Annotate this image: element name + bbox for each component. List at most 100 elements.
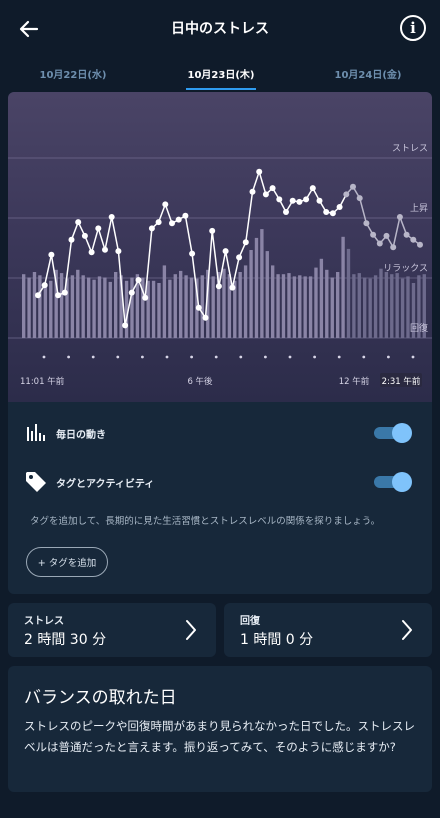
stat-card-recovery[interactable]: 回復 1 時間 0 分: [224, 603, 432, 657]
stress-point: [48, 251, 55, 258]
toggle-row-tags: タグとアクティビティ: [8, 462, 432, 502]
toggle-daily-movement[interactable]: [374, 423, 412, 443]
stress-point: [417, 241, 423, 248]
stat-card-stress[interactable]: ストレス 2 時間 30 分: [8, 603, 216, 657]
activity-bar: [384, 272, 389, 338]
activity-bar: [32, 272, 37, 338]
activity-bar: [390, 274, 394, 338]
page-title: 日中のストレス: [171, 21, 269, 37]
activity-bar: [341, 236, 345, 338]
activity-bar: [81, 275, 85, 338]
chevron-right-icon: [186, 620, 196, 640]
stress-point: [81, 232, 88, 239]
activity-bar: [211, 276, 215, 338]
time-label-end: 2:31 午前: [382, 376, 421, 387]
stress-point: [135, 277, 142, 283]
stress-point: [222, 248, 229, 255]
activity-bar: [179, 270, 183, 338]
activity-bar: [243, 265, 248, 338]
activity-bar: [151, 280, 156, 338]
stress-point: [262, 191, 269, 198]
stress-point: [189, 250, 196, 257]
stress-point: [142, 294, 149, 301]
activity-bar: [70, 275, 75, 338]
activity-bar: [352, 274, 356, 338]
activity-bar: [108, 281, 112, 338]
activity-bar: [173, 274, 177, 338]
timeline-dot: [42, 355, 46, 359]
stress-point: [215, 283, 222, 290]
activity-bar: [379, 268, 383, 338]
tag-description: タグを追加して、長期的に見た生活習慣とストレスレベルの関係を探りましょう。: [30, 516, 381, 527]
activity-bar: [189, 277, 194, 338]
activity-bar: [92, 279, 96, 338]
activity-bar: [336, 272, 340, 338]
toggle-knob: [392, 472, 412, 492]
stress-point: [410, 236, 417, 243]
info-button[interactable]: i: [400, 15, 426, 41]
stress-point: [148, 225, 155, 232]
stress-point: [329, 210, 336, 217]
stress-point: [242, 239, 249, 246]
stress-point: [175, 216, 182, 223]
date-tabs: 10月22日(水) 10月23日(木) 10月24日(金): [0, 62, 440, 90]
timeline-dot: [91, 355, 95, 359]
activity-bar: [59, 273, 64, 338]
activity-bar: [292, 276, 297, 338]
balance-title: バランスの取れた日: [24, 688, 177, 708]
timeline-dot: [116, 355, 120, 359]
time-label-start: 11:01 午前: [20, 376, 65, 387]
tab-date-current[interactable]: 10月23日(木): [161, 66, 281, 81]
timeline-dot: [337, 355, 341, 359]
stress-point: [122, 322, 129, 329]
timeline-dot: [313, 355, 316, 359]
add-tag-button[interactable]: + タグを追加: [26, 547, 108, 577]
tab-date-next[interactable]: 10月24日(金): [308, 66, 428, 81]
activity-bar: [308, 276, 313, 338]
toggle-row-daily-movement: 毎日の動き: [8, 413, 432, 453]
activity-bar: [357, 273, 361, 338]
balance-summary-card: バランスの取れた日 ストレスのピークや回復時間があまり見られなかった日でした。ス…: [8, 666, 432, 792]
time-label-6pm: 6 午後: [187, 376, 213, 387]
activity-bar: [222, 268, 226, 338]
activity-bar: [363, 277, 367, 338]
stat-caption-recovery: 回復: [240, 616, 260, 627]
activity-bar: [49, 280, 53, 338]
stress-point: [376, 240, 383, 247]
stress-point: [303, 196, 310, 203]
timeline-dot: [67, 355, 70, 359]
activity-bar: [168, 279, 172, 338]
stress-point: [256, 168, 263, 175]
level-label-rising: 上昇: [410, 203, 428, 214]
activity-bar: [319, 258, 324, 338]
activity-bar: [265, 251, 269, 338]
tab-date-prev[interactable]: 10月22日(水): [13, 66, 133, 81]
activity-bar: [87, 277, 91, 338]
stress-point: [309, 185, 316, 192]
stress-point: [61, 289, 68, 296]
timeline-dot: [411, 355, 415, 359]
activity-bar: [76, 269, 80, 338]
stress-point: [323, 209, 330, 215]
toggle-tags-activities[interactable]: [374, 472, 412, 492]
activity-bar: [325, 269, 329, 338]
stat-value-stress: 2 時間 30 分: [24, 632, 107, 648]
stress-point: [289, 197, 296, 204]
activity-bar: [330, 277, 334, 338]
stat-value-recovery: 1 時間 0 分: [240, 632, 314, 648]
timeline-dot: [239, 355, 243, 359]
stress-chart[interactable]: ストレス 上昇 リラックス 回復 11:01 午前 6 午後 12 午前 2:3…: [8, 92, 432, 402]
timeline-dot: [214, 355, 218, 359]
stress-point: [41, 282, 48, 289]
stress-point: [403, 231, 410, 238]
activity-bar: [227, 274, 232, 338]
activity-bar: [271, 265, 275, 338]
activity-bar: [260, 229, 264, 338]
activity-bar: [373, 275, 378, 338]
stress-point: [75, 219, 82, 226]
stress-point: [249, 188, 256, 195]
stress-point: [383, 232, 390, 239]
activity-bar: [238, 272, 242, 338]
activity-bar: [276, 274, 280, 338]
toggle-label-tags: タグとアクティビティ: [56, 479, 155, 490]
